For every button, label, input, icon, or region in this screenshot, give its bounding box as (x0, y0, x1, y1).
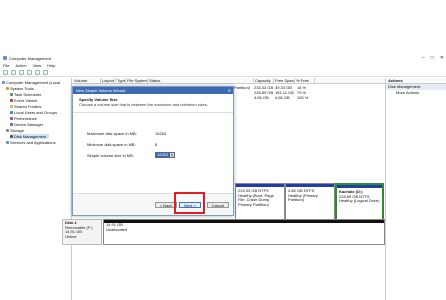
device-icon (10, 123, 13, 126)
partition-d[interactable]: Kachalo (D:) 228.89 GB NTFS Healthy (Log… (335, 183, 384, 223)
max-space-value: 15263 (155, 131, 167, 136)
wizard-header: Specify Volume Size Choose a volume size… (73, 94, 233, 113)
status-partial: Partition) (234, 85, 251, 90)
toolbar (0, 69, 446, 77)
wizard-title-bar: New Simple Volume Wizard ✕ (73, 87, 233, 94)
partition-e[interactable]: 4.65 GB NTFS Healthy (Primary Partition) (285, 183, 335, 223)
tree-item-task-scheduler[interactable]: Task Scheduler (10, 92, 41, 97)
new-simple-volume-wizard: New Simple Volume Wizard ✕ Specify Volum… (72, 86, 234, 216)
actions-pane: Actions Disk Management More Actions (385, 78, 446, 300)
min-space-label: Minimum disk space in MB: (87, 142, 136, 147)
wizard-title: New Simple Volume Wizard (76, 88, 126, 93)
cancel-button[interactable]: Cancel (207, 202, 229, 208)
back-arrow-icon[interactable] (3, 70, 8, 75)
more-actions-link[interactable]: More Actions (386, 90, 446, 96)
computer-management-icon (3, 56, 7, 60)
tree-item-local-users[interactable]: Local Users and Groups (10, 110, 57, 115)
forward-arrow-icon[interactable] (11, 70, 16, 75)
disk1-label[interactable]: Disk 1 Removable (F:) 14.91 GB Online (62, 219, 102, 245)
col-type[interactable]: Type (116, 78, 126, 84)
users-icon (10, 111, 13, 114)
volume-list-header: Volume Layout Type File System Status Ca… (73, 78, 385, 84)
volume-rows: 233.33 GB 39.33 GB 16 % 228.89 GB 181.11… (254, 85, 384, 100)
col-status[interactable]: Status (148, 78, 254, 84)
tree-item-performance[interactable]: Performance (10, 116, 37, 121)
min-space-row: Minimum disk space in MB: 8 (87, 142, 227, 147)
spinner-arrows-icon[interactable]: ▴ ▾ (170, 153, 174, 158)
col-file-system[interactable]: File System (126, 78, 148, 84)
disk0-partitions: 233.33 GB NTFS Healthy (Boot, Page File,… (235, 183, 384, 223)
disk-icon (10, 135, 13, 138)
max-space-label: Maximum disk space in MB: (87, 131, 137, 136)
tools-icon (6, 87, 9, 90)
tree-item-storage[interactable]: Storage (6, 128, 24, 133)
tree-item-system-tools[interactable]: System Tools (6, 86, 34, 91)
table-row[interactable]: 4.65 GB 4.65 GB 100 % (254, 95, 384, 100)
volume-size-value: 15263 (157, 152, 169, 157)
event-log-icon (10, 99, 13, 102)
minimize-button[interactable]: – (422, 55, 425, 61)
tree-item-shared-folders[interactable]: Shared Folders (10, 104, 41, 109)
col-free-space[interactable]: Free Space (274, 78, 295, 84)
tree-item-disk-management[interactable]: Disk Management (10, 134, 50, 139)
close-icon[interactable]: ✕ (228, 87, 231, 94)
maximize-button[interactable]: □ (431, 55, 434, 61)
col-layout[interactable]: Layout (101, 78, 116, 84)
tree-item-device-manager[interactable]: Device Manager (10, 122, 43, 127)
volume-size-row: Simple volume size in MB: 15263 ▴ ▾ (87, 152, 227, 158)
menu-bar: File Action View Help (0, 62, 446, 69)
properties-icon[interactable] (27, 70, 32, 75)
window-controls: – □ ✕ (422, 55, 444, 61)
tree-item-services-applications[interactable]: Services and Applications (6, 140, 56, 145)
computer-icon (2, 81, 5, 84)
close-button[interactable]: ✕ (440, 55, 444, 61)
highlight-box (174, 192, 205, 214)
folder-icon (10, 105, 13, 108)
menu-action[interactable]: Action (15, 63, 26, 68)
help-icon[interactable] (35, 70, 40, 75)
volume-size-label: Simple volume size in MB: (87, 153, 134, 158)
max-space-row: Maximum disk space in MB: 15263 (87, 131, 227, 136)
menu-file[interactable]: File (3, 63, 9, 68)
performance-icon (10, 117, 13, 120)
services-icon (6, 141, 9, 144)
partition-c[interactable]: 233.33 GB NTFS Healthy (Boot, Page File,… (235, 183, 285, 223)
menu-view[interactable]: View (33, 63, 42, 68)
up-folder-icon[interactable] (19, 70, 24, 75)
title-bar: Computer Management – □ ✕ (0, 54, 446, 62)
disk1-unallocated[interactable]: 14.91 GB Unallocated (103, 219, 385, 245)
tree-item-computer-management[interactable]: Computer Management (Local (2, 80, 60, 85)
view-icon[interactable] (43, 70, 48, 75)
window-title: Computer Management (9, 55, 52, 61)
col-percent-free[interactable]: % Free (295, 78, 315, 84)
volume-size-stepper[interactable]: 15263 ▴ ▾ (155, 152, 175, 158)
col-capacity[interactable]: Capacity (254, 78, 274, 84)
tree-item-event-viewer[interactable]: Event Viewer (10, 98, 38, 103)
wizard-footer: < Back Next > Cancel (73, 193, 233, 215)
storage-icon (6, 129, 9, 132)
wizard-body: Maximum disk space in MB: 15263 Minimum … (73, 113, 233, 193)
navigation-tree: Computer Management (Local System Tools … (0, 78, 72, 300)
wizard-subheading: Choose a volume size that is between the… (79, 102, 208, 107)
menu-help[interactable]: Help (47, 63, 55, 68)
min-space-value: 8 (155, 142, 158, 147)
clock-icon (10, 93, 13, 96)
col-volume[interactable]: Volume (73, 78, 101, 84)
